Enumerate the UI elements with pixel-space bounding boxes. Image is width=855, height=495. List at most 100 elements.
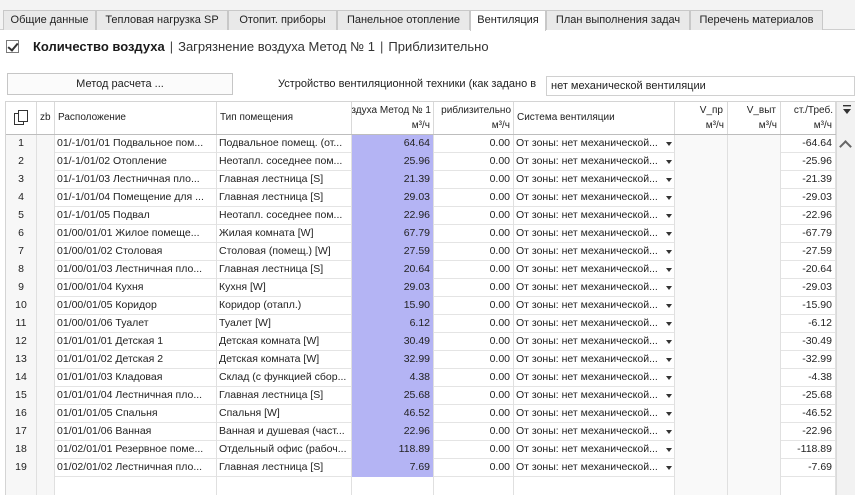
cell-room-type[interactable]: Кухня [W] (217, 279, 352, 297)
cell-required[interactable]: -22.96 (781, 423, 836, 441)
dropdown-arrow-icon[interactable] (666, 466, 672, 470)
cell-system[interactable]: От зоны: нет механической... (514, 243, 675, 261)
copy-button[interactable] (6, 102, 37, 134)
cell-required[interactable]: -118.89 (781, 441, 836, 459)
cell-v-vyt[interactable] (728, 315, 781, 333)
cell-method1[interactable]: 118.89 (352, 441, 434, 459)
cell-room-type[interactable]: Неотапл. соседнее пом... (217, 207, 352, 225)
cell-required[interactable]: -22.96 (781, 207, 836, 225)
cell-method1[interactable]: 32.99 (352, 351, 434, 369)
cell-approx[interactable]: 0.00 (434, 261, 514, 279)
cell-required[interactable]: -46.52 (781, 405, 836, 423)
cell-zb[interactable] (37, 315, 55, 333)
table-row[interactable]: 10 01/00/01/05 Коридор Коридор (отапл.) 15.… (6, 297, 836, 315)
cell-location[interactable]: 01/01/01/06 Ванная (55, 423, 217, 441)
table-row[interactable]: 15 01/01/01/04 Лестничная пло... Главная л… (6, 387, 836, 405)
dropdown-arrow-icon[interactable] (666, 178, 672, 182)
cell-room-type[interactable]: Коридор (отапл.) (217, 297, 352, 315)
cell-zb[interactable] (37, 135, 55, 153)
cell-system[interactable]: От зоны: нет механической... (514, 261, 675, 279)
tab-task-plan[interactable]: План выполнения задач (546, 10, 690, 30)
cell-system[interactable]: От зоны: нет механической... (514, 333, 675, 351)
cell-location[interactable]: 01/00/01/03 Лестничная пло... (55, 261, 217, 279)
cell-method1[interactable]: 15.90 (352, 297, 434, 315)
cell-v-pr[interactable] (675, 135, 728, 153)
cell-v-pr[interactable] (675, 225, 728, 243)
cell-room-type[interactable]: Спальня [W] (217, 405, 352, 423)
table-row[interactable]: 13 01/01/01/02 Детская 2 Детская комната [… (6, 351, 836, 369)
cell-v-vyt[interactable] (728, 297, 781, 315)
cell-method1[interactable]: 7.69 (352, 459, 434, 477)
cell-approx[interactable]: 0.00 (434, 135, 514, 153)
cell-zb[interactable] (37, 171, 55, 189)
dropdown-arrow-icon[interactable] (666, 322, 672, 326)
dropdown-arrow-icon[interactable] (666, 142, 672, 146)
cell-location[interactable]: 01/01/01/02 Детская 2 (55, 351, 217, 369)
cell-room-type[interactable]: Главная лестница [S] (217, 189, 352, 207)
table-row[interactable]: 6 01/00/01/01 Жилое помеще... Жилая комнат… (6, 225, 836, 243)
chevron-up-icon[interactable] (839, 140, 852, 153)
cell-room-type[interactable]: Подвальное помещ. (от... (217, 135, 352, 153)
header-v-vyt[interactable]: V_выт м³/ч (728, 102, 781, 134)
cell-room-type[interactable]: Детская комната [W] (217, 333, 352, 351)
header-system[interactable]: Система вентиляции (514, 102, 675, 134)
cell-approx[interactable]: 0.00 (434, 171, 514, 189)
cell-v-pr[interactable] (675, 297, 728, 315)
tab-heat-load[interactable]: Тепловая нагрузка SP (96, 10, 228, 30)
cell-method1[interactable]: 29.03 (352, 279, 434, 297)
header-required[interactable]: ст./Треб. м³/ч (781, 102, 836, 134)
cell-room-type[interactable]: Склад (с функцией сбор... (217, 369, 352, 387)
cell-system[interactable]: От зоны: нет механической... (514, 189, 675, 207)
cell-v-vyt[interactable] (728, 207, 781, 225)
cell-v-pr[interactable] (675, 189, 728, 207)
cell-location[interactable]: 01/00/01/04 Кухня (55, 279, 217, 297)
cell-v-vyt[interactable] (728, 243, 781, 261)
cell-method1[interactable]: 22.96 (352, 207, 434, 225)
table-row[interactable]: 14 01/01/01/03 Кладовая Склад (с функцией … (6, 369, 836, 387)
dropdown-arrow-icon[interactable] (666, 232, 672, 236)
dropdown-arrow-icon[interactable] (666, 304, 672, 308)
cell-location[interactable]: 01/-1/01/02 Отопление (55, 153, 217, 171)
cell-system[interactable]: От зоны: нет механической... (514, 225, 675, 243)
cell-zb[interactable] (37, 405, 55, 423)
cell-v-pr[interactable] (675, 423, 728, 441)
cell-method1[interactable]: 21.39 (352, 171, 434, 189)
cell-method1[interactable]: 67.79 (352, 225, 434, 243)
header-location[interactable]: Расположение (55, 102, 217, 134)
cell-required[interactable]: -67.79 (781, 225, 836, 243)
cell-v-pr[interactable] (675, 171, 728, 189)
cell-room-type[interactable]: Главная лестница [S] (217, 459, 352, 477)
cell-system[interactable]: От зоны: нет механической... (514, 279, 675, 297)
cell-required[interactable]: -21.39 (781, 171, 836, 189)
cell-zb[interactable] (37, 351, 55, 369)
cell-approx[interactable]: 0.00 (434, 297, 514, 315)
table-row[interactable]: 2 01/-1/01/02 Отопление Неотапл. соседнее … (6, 153, 836, 171)
cell-location[interactable]: 01/01/01/04 Лестничная пло... (55, 387, 217, 405)
cell-v-vyt[interactable] (728, 369, 781, 387)
cell-method1[interactable]: 27.59 (352, 243, 434, 261)
cell-location[interactable]: 01/-1/01/04 Помещение для ... (55, 189, 217, 207)
method-1-label[interactable]: Загрязнение воздуха Метод № 1 (178, 39, 375, 54)
cell-zb[interactable] (37, 207, 55, 225)
cell-location[interactable]: 01/00/01/06 Туалет (55, 315, 217, 333)
cell-location[interactable]: 01/01/01/01 Детская 1 (55, 333, 217, 351)
cell-system[interactable]: От зоны: нет механической... (514, 153, 675, 171)
table-row[interactable]: 8 01/00/01/03 Лестничная пло... Главная ле… (6, 261, 836, 279)
cell-v-pr[interactable] (675, 333, 728, 351)
table-row[interactable]: 18 01/02/01/01 Резервное поме... Отдельный… (6, 441, 836, 459)
cell-required[interactable]: -15.90 (781, 297, 836, 315)
cell-approx[interactable]: 0.00 (434, 387, 514, 405)
header-v-pr[interactable]: V_пр м³/ч (675, 102, 728, 134)
cell-system[interactable]: От зоны: нет механической... (514, 459, 675, 477)
tab-materials[interactable]: Перечень материалов (690, 10, 823, 30)
cell-zb[interactable] (37, 225, 55, 243)
dropdown-arrow-icon[interactable] (666, 430, 672, 434)
cell-system[interactable]: От зоны: нет механической... (514, 297, 675, 315)
cell-v-pr[interactable] (675, 387, 728, 405)
cell-v-pr[interactable] (675, 207, 728, 225)
table-row[interactable]: 3 01/-1/01/03 Лестничная пло... Главная ле… (6, 171, 836, 189)
cell-approx[interactable]: 0.00 (434, 279, 514, 297)
cell-method1[interactable]: 6.12 (352, 315, 434, 333)
cell-zb[interactable] (37, 441, 55, 459)
cell-required[interactable]: -29.03 (781, 279, 836, 297)
